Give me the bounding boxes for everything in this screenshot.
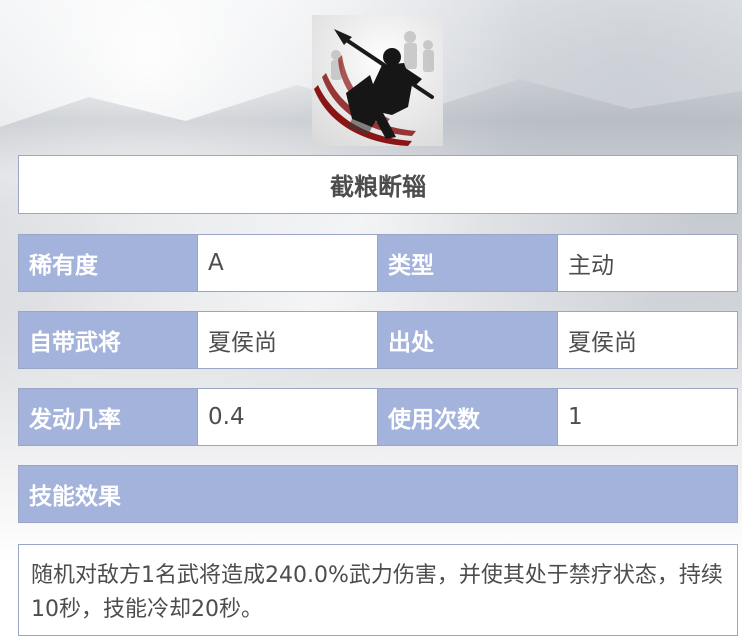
trigger-rate-value: 0.4 <box>198 388 378 446</box>
rarity-label: 稀有度 <box>18 234 198 292</box>
use-count-label: 使用次数 <box>378 388 558 446</box>
type-value: 主动 <box>558 234 738 292</box>
type-label: 类型 <box>378 234 558 292</box>
info-row-general-source: 自带武将 夏侯尚 出处 夏侯尚 <box>18 311 738 369</box>
source-label: 出处 <box>378 311 558 369</box>
trigger-rate-label: 发动几率 <box>18 388 198 446</box>
skill-title: 截粮断辎 <box>18 155 738 214</box>
skill-art-icon <box>312 15 443 146</box>
info-row-rarity-type: 稀有度 A 类型 主动 <box>18 234 738 292</box>
rarity-value: A <box>198 234 378 292</box>
general-value: 夏侯尚 <box>198 311 378 369</box>
info-row-rate-uses: 发动几率 0.4 使用次数 1 <box>18 388 738 446</box>
effect-description: 随机对敌方1名武将造成240.0%武力伤害，并使其处于禁疗状态，持续10秒，技能… <box>18 544 738 636</box>
effect-header: 技能效果 <box>18 465 738 523</box>
skill-card: 截粮断辎 稀有度 A 类型 主动 自带武将 夏侯尚 出处 夏侯尚 发动几率 0.… <box>0 0 742 641</box>
use-count-value: 1 <box>558 388 738 446</box>
general-label: 自带武将 <box>18 311 198 369</box>
source-value: 夏侯尚 <box>558 311 738 369</box>
